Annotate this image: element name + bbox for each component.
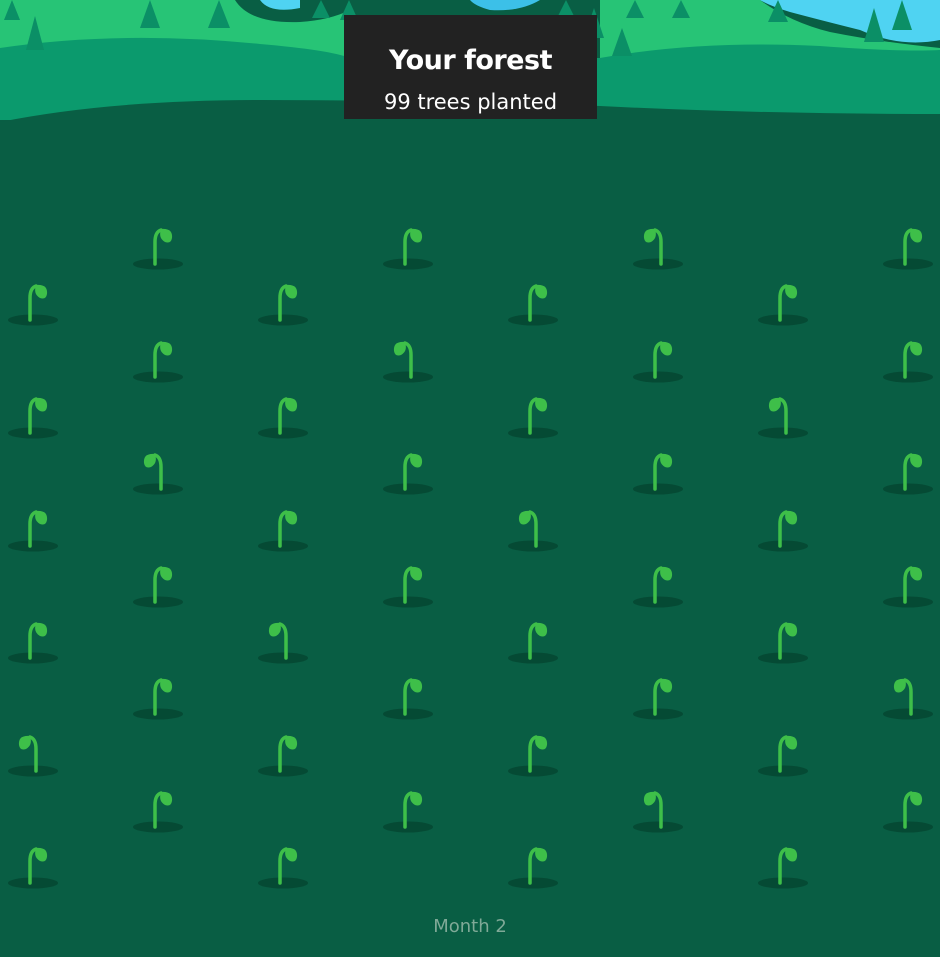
sprout-icon xyxy=(633,674,685,720)
sprout-icon xyxy=(883,674,935,720)
sprout-icon xyxy=(508,506,560,552)
sprout-icon xyxy=(508,393,560,439)
sprout-icon xyxy=(383,337,435,383)
sprout-icon xyxy=(633,787,685,833)
sprout-icon xyxy=(133,787,185,833)
sprout-icon xyxy=(633,224,685,270)
trees-planted-count: 99 trees planted xyxy=(383,90,558,114)
forest-title: Your forest xyxy=(389,45,552,76)
sprout-icon xyxy=(133,449,185,495)
sprout-icon xyxy=(508,731,560,777)
sprout-icon xyxy=(508,280,560,326)
sprout-icon xyxy=(383,449,435,495)
forest-summary-card: Your forest 99 trees planted xyxy=(344,15,597,119)
sprout-icon xyxy=(758,618,810,664)
sprout-icon xyxy=(883,337,935,383)
sprout-icon xyxy=(633,562,685,608)
sprout-grid xyxy=(0,0,940,957)
sprout-icon xyxy=(8,506,60,552)
sprout-icon xyxy=(383,787,435,833)
sprout-icon xyxy=(258,843,310,889)
sprout-icon xyxy=(508,618,560,664)
sprout-icon xyxy=(383,562,435,608)
sprout-icon xyxy=(258,618,310,664)
sprout-icon xyxy=(8,618,60,664)
month-label: Month 2 xyxy=(433,916,507,937)
sprout-icon xyxy=(383,674,435,720)
sprout-icon xyxy=(258,280,310,326)
sprout-icon xyxy=(758,280,810,326)
sprout-icon xyxy=(8,731,60,777)
sprout-icon xyxy=(758,506,810,552)
sprout-icon xyxy=(758,393,810,439)
sprout-icon xyxy=(258,731,310,777)
sprout-icon xyxy=(133,674,185,720)
sprout-icon xyxy=(883,787,935,833)
sprout-icon xyxy=(383,224,435,270)
sprout-icon xyxy=(883,449,935,495)
sprout-icon xyxy=(758,843,810,889)
sprout-icon xyxy=(133,562,185,608)
sprout-icon xyxy=(883,224,935,270)
sprout-icon xyxy=(8,280,60,326)
sprout-icon xyxy=(883,562,935,608)
sprout-icon xyxy=(133,337,185,383)
sprout-icon xyxy=(633,337,685,383)
sprout-icon xyxy=(758,731,810,777)
sprout-icon xyxy=(133,224,185,270)
sprout-icon xyxy=(633,449,685,495)
sprout-icon xyxy=(8,843,60,889)
sprout-icon xyxy=(258,393,310,439)
sprout-icon xyxy=(508,843,560,889)
sprout-icon xyxy=(8,393,60,439)
sprout-icon xyxy=(258,506,310,552)
